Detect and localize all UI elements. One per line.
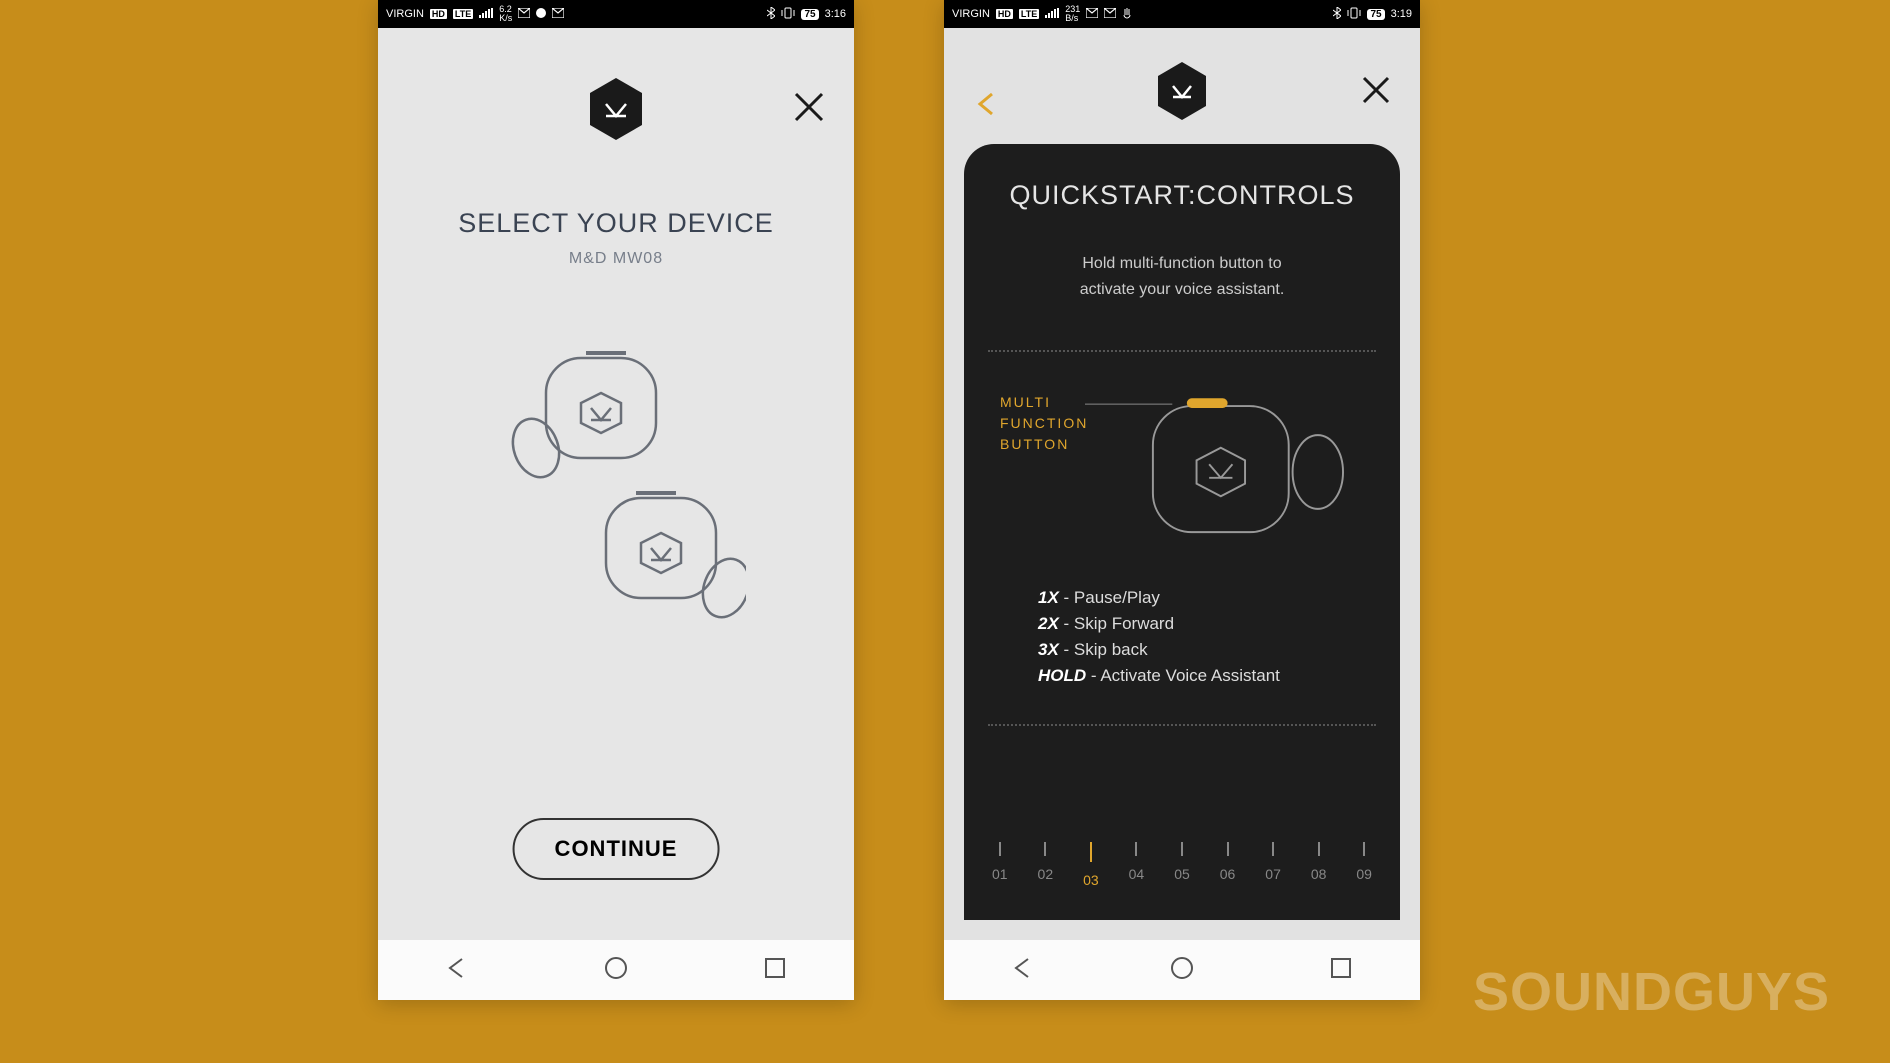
page-label: 07 (1265, 866, 1281, 882)
app-content: QUICKSTART:CONTROLS Hold multi-function … (944, 28, 1420, 940)
page-indicator-04[interactable]: 04 (1129, 842, 1145, 888)
page-indicator-02[interactable]: 02 (1038, 842, 1054, 888)
page-indicator-06[interactable]: 06 (1220, 842, 1236, 888)
phone-screenshot-left: VIRGIN HD LTE 6.2 K/s (378, 0, 854, 1000)
vibrate-icon (781, 7, 795, 22)
mfb-l3: BUTTON (1000, 436, 1069, 452)
desc-line-1: Hold multi-function button to (1082, 255, 1281, 272)
android-nav-bar (378, 940, 854, 1000)
brand-logo-icon (586, 76, 646, 147)
battery-level: 75 (1367, 9, 1384, 20)
divider (988, 724, 1376, 726)
watermark: SOUNDGUYS (1473, 961, 1830, 1023)
page-label: 05 (1174, 866, 1190, 882)
nav-home-button[interactable] (603, 955, 629, 986)
page-indicator-09[interactable]: 09 (1356, 842, 1372, 888)
carrier-label: VIRGIN (386, 8, 424, 20)
network-speed: 6.2 K/s (499, 5, 512, 23)
close-button[interactable] (792, 90, 826, 129)
speed-unit: B/s (1065, 13, 1078, 23)
phone-screenshot-right: VIRGIN HD LTE 231 B/s (944, 0, 1420, 1000)
vibrate-icon (1347, 7, 1361, 22)
card-description: Hold multi-function button to activate y… (1080, 251, 1285, 302)
card-title: QUICKSTART:CONTROLS (1009, 180, 1354, 211)
control-row: 3X - Skip back (1038, 640, 1376, 660)
divider (988, 350, 1376, 352)
control-key: 1X (1038, 588, 1059, 607)
nav-home-button[interactable] (1169, 955, 1195, 986)
nav-back-button[interactable] (1010, 955, 1036, 986)
nav-recent-button[interactable] (1328, 955, 1354, 986)
desc-line-2: activate your voice assistant. (1080, 281, 1285, 298)
close-button[interactable] (1360, 74, 1392, 111)
continue-button[interactable]: CONTINUE (513, 818, 720, 880)
gmail-icon (1086, 8, 1098, 21)
page-indicator-05[interactable]: 05 (1174, 842, 1190, 888)
controls-list: 1X - Pause/Play 2X - Skip Forward 3X - S… (988, 582, 1376, 692)
page-indicator-08[interactable]: 08 (1311, 842, 1327, 888)
gmail-icon (1104, 8, 1116, 21)
control-key: 3X (1038, 640, 1059, 659)
hd-badge: HD (996, 9, 1013, 19)
control-action: Activate Voice Assistant (1100, 666, 1280, 685)
hd-badge: HD (430, 9, 447, 19)
earbud-diagram: MULTI FUNCTION BUTTON (988, 382, 1376, 562)
page-label: 01 (992, 866, 1008, 882)
multi-function-button-label: MULTI FUNCTION BUTTON (1000, 392, 1088, 455)
control-row: HOLD - Activate Voice Assistant (1038, 666, 1376, 686)
brand-logo-icon (1154, 60, 1210, 127)
bluetooth-icon (767, 7, 775, 22)
status-bar: VIRGIN HD LTE 6.2 K/s (378, 0, 854, 28)
status-left-cluster: VIRGIN HD LTE 6.2 K/s (386, 5, 564, 23)
chat-icon (536, 8, 546, 21)
clock-time: 3:16 (825, 8, 846, 20)
control-row: 2X - Skip Forward (1038, 614, 1376, 634)
control-row: 1X - Pause/Play (1038, 588, 1376, 608)
quickstart-card: QUICKSTART:CONTROLS Hold multi-function … (964, 144, 1400, 920)
page-label: 04 (1129, 866, 1145, 882)
status-right-cluster: 75 3:19 (1333, 7, 1412, 22)
hand-icon (1122, 7, 1132, 22)
control-key: 2X (1038, 614, 1059, 633)
page-label: 09 (1356, 866, 1372, 882)
status-right-cluster: 75 3:16 (767, 7, 846, 22)
clock-time: 3:19 (1391, 8, 1412, 20)
control-key: HOLD (1038, 666, 1086, 685)
earbuds-illustration (486, 328, 746, 633)
page-title: SELECT YOUR DEVICE (378, 208, 854, 239)
mfb-l2: FUNCTION (1000, 415, 1088, 431)
carrier-label: VIRGIN (952, 8, 990, 20)
nav-recent-button[interactable] (762, 955, 788, 986)
battery-level: 75 (801, 9, 818, 20)
signal-icon (479, 8, 493, 21)
network-badge: LTE (1019, 9, 1039, 19)
page-indicator-07[interactable]: 07 (1265, 842, 1281, 888)
android-nav-bar (944, 940, 1420, 1000)
network-speed: 231 B/s (1065, 5, 1080, 23)
gmail-icon (552, 8, 564, 21)
control-action: Skip Forward (1074, 614, 1174, 633)
control-action: Pause/Play (1074, 588, 1160, 607)
speed-unit: K/s (499, 13, 512, 23)
page-label: 02 (1038, 866, 1054, 882)
page-label: 08 (1311, 866, 1327, 882)
bluetooth-icon (1333, 7, 1341, 22)
gmail-icon (518, 8, 530, 21)
device-name: M&D MW08 (378, 250, 854, 268)
control-action: Skip back (1074, 640, 1148, 659)
app-content: SELECT YOUR DEVICE M&D MW08 (378, 28, 854, 940)
network-badge: LTE (453, 9, 473, 19)
back-button[interactable] (972, 90, 1000, 123)
page-label: 03 (1083, 872, 1099, 888)
page-indicator-03[interactable]: 03 (1083, 842, 1099, 888)
status-left-cluster: VIRGIN HD LTE 231 B/s (952, 5, 1132, 23)
status-bar: VIRGIN HD LTE 231 B/s (944, 0, 1420, 28)
mfb-l1: MULTI (1000, 394, 1051, 410)
page-label: 06 (1220, 866, 1236, 882)
nav-back-button[interactable] (444, 955, 470, 986)
signal-icon (1045, 8, 1059, 21)
pagination: 01 02 03 04 05 06 07 08 09 (988, 842, 1376, 888)
page-indicator-01[interactable]: 01 (992, 842, 1008, 888)
